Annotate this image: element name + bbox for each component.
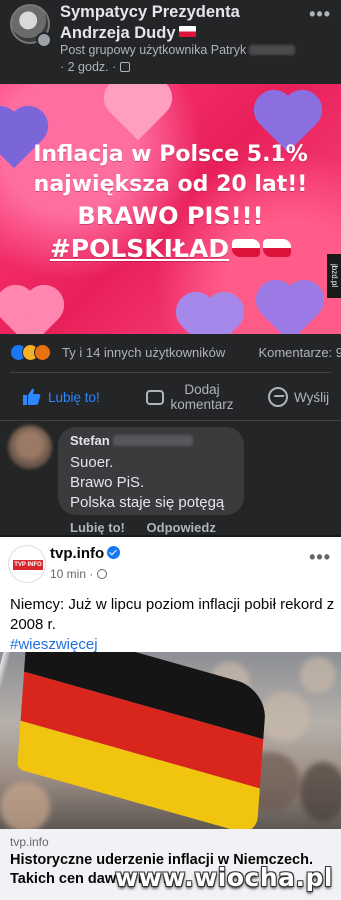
post-meta: 10 min · (50, 567, 107, 581)
group-post: Sympatycy Prezydenta Andrzeja Dudy ••• P… (0, 0, 341, 535)
send-label: Wyślij (294, 390, 330, 405)
comment-line: Polska staje się potęgą (70, 494, 225, 511)
comment-button[interactable]: Dodaj komentarz (146, 378, 236, 420)
heart-decoration (261, 285, 319, 334)
blurred-name (249, 45, 296, 55)
post-actions: Lubię to! Dodaj komentarz Wyślij (0, 378, 341, 420)
comment-line: Suoer. (70, 454, 114, 471)
post-text-body: Niemcy: Już w lipcu poziom inflacji pobi… (10, 596, 335, 633)
post-time: · 2 godz. · (60, 60, 117, 74)
crowd-blob (300, 762, 341, 822)
tvp-logo: TVP INFO (13, 560, 43, 570)
like-label: Lubię to! (48, 390, 100, 405)
watermark: www.wiocha.pl (115, 863, 333, 892)
crowd-blob (0, 782, 50, 829)
comment-line: Brawo PiS. (70, 474, 145, 491)
blurred-name (112, 435, 193, 446)
flag-pl-icon (232, 239, 261, 257)
more-dots-icon[interactable]: ••• (309, 4, 331, 25)
post-meta: Post grupowy użytkownika Patryk · 2 godz… (60, 42, 330, 76)
post-photo[interactable] (0, 652, 341, 829)
group-icon (119, 62, 130, 72)
post-text: Niemcy: Już w lipcu poziom inflacji pobi… (10, 595, 335, 655)
divider (10, 372, 331, 373)
comment-author[interactable]: Stefan (70, 433, 193, 448)
flag-pl-icon (178, 26, 196, 37)
german-flag (17, 652, 267, 829)
messenger-icon (268, 387, 288, 407)
news-post: TVP INFO tvp.info 10 min · ••• Niemcy: J… (0, 537, 341, 900)
screenshot: Sympatycy Prezydenta Andrzeja Dudy ••• P… (0, 0, 341, 900)
comments-count[interactable]: Komentarze: 9 (258, 345, 341, 360)
heart-decoration (181, 297, 239, 334)
heart-decoration (1, 290, 59, 334)
comment-like-button[interactable]: Lubię to! (70, 520, 125, 535)
post-header: Sympatycy Prezydenta Andrzeja Dudy ••• P… (0, 0, 341, 84)
thumb-icon (23, 388, 41, 405)
crowd-blob (300, 657, 336, 693)
verified-icon (107, 546, 121, 559)
page-name-text[interactable]: tvp.info (50, 545, 104, 562)
comment-label: Dodaj komentarz (170, 382, 234, 412)
banner-text: Inflacja w Polsce 5.1% największa od 20 … (0, 140, 341, 266)
reactions-bar[interactable]: Ty i 14 innych użytkowników Komentarze: … (10, 343, 341, 363)
page-name[interactable]: tvp.info (50, 545, 121, 562)
side-tag: jbzd.pl (327, 254, 341, 298)
banner-line-4: #POLSKIŁAD (0, 232, 341, 266)
heart-decoration (109, 84, 167, 141)
globe-icon (96, 569, 107, 579)
group-name[interactable]: Sympatycy Prezydenta Andrzeja Dudy (60, 2, 300, 44)
post-image-banner[interactable]: Inflacja w Polsce 5.1% największa od 20 … (0, 84, 341, 334)
flag-pl-icon (263, 239, 292, 257)
user-avatar-badge[interactable] (36, 32, 52, 48)
crowd-blob (260, 692, 310, 742)
banner-hashtag: #POLSKIŁAD (49, 234, 230, 263)
link-source: tvp.info (10, 835, 49, 849)
banner-line-1: Inflacja w Polsce 5.1% (33, 142, 308, 167)
hashtag-link[interactable]: #wieszwięcej (10, 636, 98, 653)
divider (0, 420, 341, 421)
commenter-avatar[interactable] (8, 425, 52, 469)
group-name-text[interactable]: Sympatycy Prezydenta Andrzeja Dudy (60, 3, 240, 42)
reactions-text[interactable]: Ty i 14 innych użytkowników (62, 345, 225, 360)
comment-bubble: Stefan Suoer. Brawo PiS. Polska staje si… (58, 427, 244, 515)
banner-line-2: największa od 20 lat!! (33, 172, 308, 197)
comment-author-name[interactable]: Stefan (70, 433, 110, 448)
post-author-text[interactable]: Post grupowy użytkownika Patryk (60, 43, 246, 57)
page-avatar[interactable]: TVP INFO (8, 545, 46, 583)
more-dots-icon[interactable]: ••• (309, 547, 331, 568)
post-time[interactable]: 10 min · (50, 567, 93, 581)
banner-line-3: BRAWO PIS!!! (77, 202, 264, 230)
comment-actions: Lubię to! Odpowiedz (70, 520, 234, 535)
comment-reply-button[interactable]: Odpowiedz (147, 520, 216, 535)
angry-icon (34, 344, 51, 361)
